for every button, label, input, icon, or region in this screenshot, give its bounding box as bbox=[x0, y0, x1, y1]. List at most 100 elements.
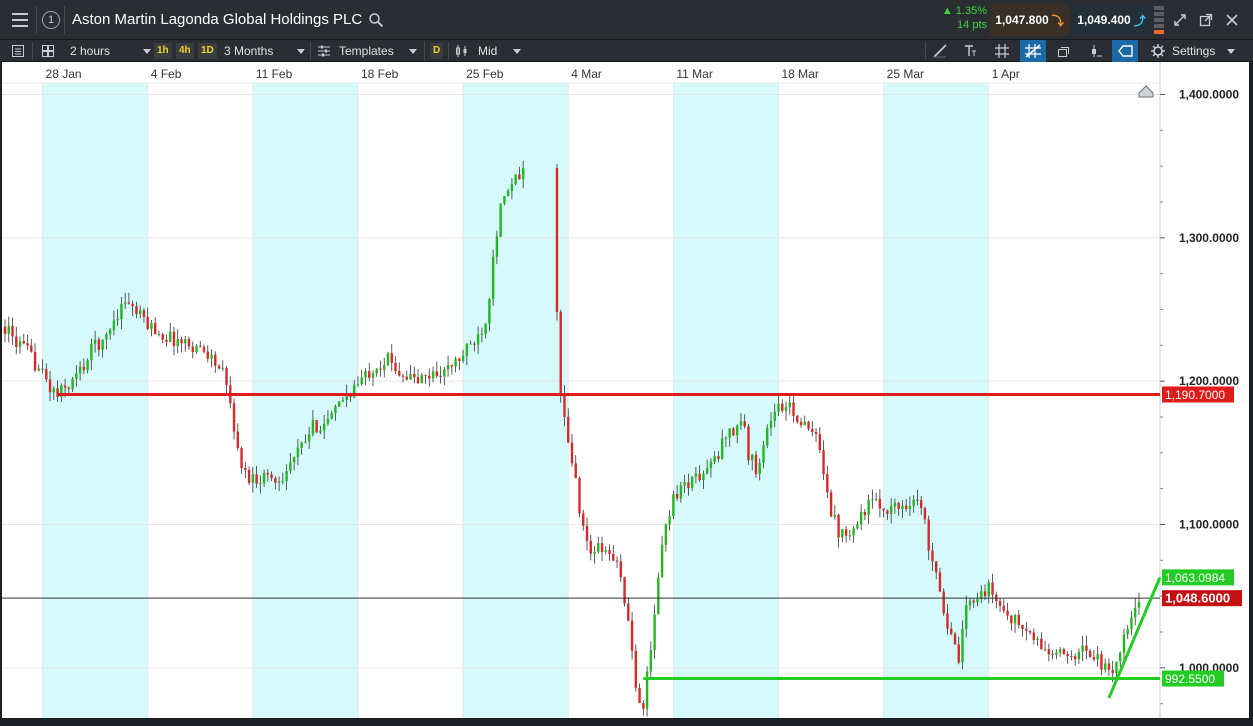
candle-body bbox=[172, 331, 176, 347]
candle-body bbox=[420, 374, 423, 384]
x-tick-label: 4 Feb bbox=[151, 67, 182, 81]
text-tool-icon[interactable] bbox=[962, 43, 978, 59]
instrument-title[interactable]: Aston Martin Lagonda Global Holdings PLC bbox=[72, 0, 362, 40]
x-tick-label: 25 Mar bbox=[887, 67, 924, 81]
candle-body bbox=[886, 510, 889, 515]
candlestick-type-icon bbox=[456, 45, 467, 57]
price-type-select[interactable]: Mid bbox=[478, 40, 521, 62]
candle-body bbox=[1088, 650, 1092, 657]
candle-body bbox=[356, 384, 360, 386]
candle-body bbox=[386, 353, 390, 366]
candle-body bbox=[841, 529, 844, 538]
templates-select[interactable]: Templates bbox=[339, 40, 418, 62]
divider bbox=[310, 42, 311, 60]
candle-body bbox=[574, 463, 577, 478]
indicator-icon[interactable] bbox=[1088, 43, 1104, 59]
expand-icon[interactable] bbox=[1172, 12, 1188, 28]
grid-icon[interactable] bbox=[994, 43, 1010, 59]
candle-body bbox=[950, 628, 953, 634]
candle-body bbox=[191, 346, 194, 353]
settings-icon bbox=[1151, 44, 1165, 58]
candle-body bbox=[1010, 615, 1013, 624]
x-tick-label: 11 Mar bbox=[676, 67, 712, 81]
settings-menu[interactable]: Settings bbox=[1172, 40, 1235, 62]
candle-body bbox=[184, 339, 187, 344]
timeframe-4h-button[interactable]: 4h bbox=[176, 43, 194, 59]
candle-body bbox=[856, 524, 859, 529]
candle-body bbox=[1017, 614, 1021, 625]
divider bbox=[36, 6, 37, 34]
candle-body bbox=[214, 354, 217, 366]
candle-body bbox=[709, 461, 713, 469]
crosshair-icon[interactable] bbox=[1020, 40, 1046, 62]
candle-body bbox=[1092, 656, 1096, 660]
candle-body bbox=[916, 499, 919, 501]
candle-body bbox=[1134, 607, 1137, 618]
chevron-down-icon bbox=[409, 49, 418, 55]
candle-body bbox=[1096, 654, 1099, 660]
search-icon[interactable] bbox=[368, 12, 384, 28]
interval-select[interactable]: 2 hours bbox=[70, 40, 152, 62]
candle-body bbox=[567, 416, 570, 443]
candle-body bbox=[991, 582, 994, 595]
d-badge-button[interactable]: D bbox=[430, 43, 444, 59]
sell-price-button[interactable]: 1,047.800 ⤵ bbox=[990, 4, 1069, 36]
settings-label: Settings bbox=[1172, 44, 1216, 58]
candle-body bbox=[1077, 651, 1081, 660]
price-badge-label: 1,063.0984 bbox=[1165, 571, 1225, 585]
candle-body bbox=[131, 303, 134, 307]
candle-body bbox=[375, 368, 378, 374]
candle-body bbox=[123, 302, 127, 304]
candle-body bbox=[255, 474, 258, 484]
candle-body bbox=[491, 256, 495, 300]
list-icon[interactable] bbox=[10, 43, 26, 59]
candle-body bbox=[702, 473, 705, 481]
sell-price: 1,047.800 bbox=[995, 13, 1049, 27]
candle-body bbox=[450, 365, 454, 367]
candle-body bbox=[612, 553, 615, 561]
x-tick-label: 18 Feb bbox=[361, 67, 399, 81]
candle-body bbox=[202, 346, 206, 352]
y-tick-label: 1,400.0000 bbox=[1179, 87, 1239, 101]
candle-body bbox=[717, 456, 720, 459]
candle-body bbox=[292, 457, 296, 463]
range-select[interactable]: 3 Months bbox=[224, 40, 305, 62]
candle-body bbox=[769, 420, 773, 428]
candle-body bbox=[901, 505, 904, 510]
x-tick-label: 18 Mar bbox=[782, 67, 819, 81]
panel-number-button[interactable]: 1 bbox=[40, 0, 62, 40]
candle-body bbox=[822, 450, 825, 475]
candle-body bbox=[983, 591, 987, 597]
chevron-down-icon bbox=[296, 49, 305, 55]
timeframe-1h-button[interactable]: 1h bbox=[154, 43, 172, 59]
y-tick-label: 1,300.0000 bbox=[1179, 231, 1239, 245]
candle-body bbox=[724, 437, 728, 439]
candle-body bbox=[792, 402, 795, 416]
candle-body bbox=[904, 505, 908, 509]
popout-icon[interactable] bbox=[1198, 12, 1214, 28]
layers-icon[interactable] bbox=[1056, 43, 1072, 59]
candle-body bbox=[78, 366, 82, 374]
candle-body bbox=[1085, 645, 1088, 651]
candle-body bbox=[469, 343, 472, 345]
candle-body bbox=[1066, 653, 1069, 657]
candle-body bbox=[919, 500, 923, 509]
timeframe-1d-button[interactable]: 1D bbox=[198, 43, 217, 59]
buy-price-button[interactable]: 1,049.400 ⤴ bbox=[1072, 4, 1151, 36]
menu-button[interactable] bbox=[6, 0, 34, 40]
candle-body bbox=[510, 184, 514, 191]
candle-body bbox=[796, 415, 799, 422]
candle-body bbox=[398, 371, 401, 376]
close-icon[interactable] bbox=[1224, 12, 1240, 28]
candle-body bbox=[1126, 629, 1129, 635]
x-tick-label: 28 Jan bbox=[46, 67, 82, 81]
candle-body bbox=[946, 613, 949, 629]
tag-icon[interactable] bbox=[1112, 40, 1138, 62]
candle-body bbox=[766, 427, 769, 446]
layout-icon[interactable] bbox=[40, 43, 56, 59]
price-chart[interactable]: 28 Jan 4 Feb 11 Feb 18 Feb 25 Feb 4 Mar 11 Mar… bbox=[0, 62, 1253, 726]
draw-line-icon[interactable] bbox=[932, 43, 948, 59]
week-band bbox=[42, 83, 148, 718]
candle-body bbox=[394, 362, 397, 372]
candle-body bbox=[360, 377, 363, 385]
